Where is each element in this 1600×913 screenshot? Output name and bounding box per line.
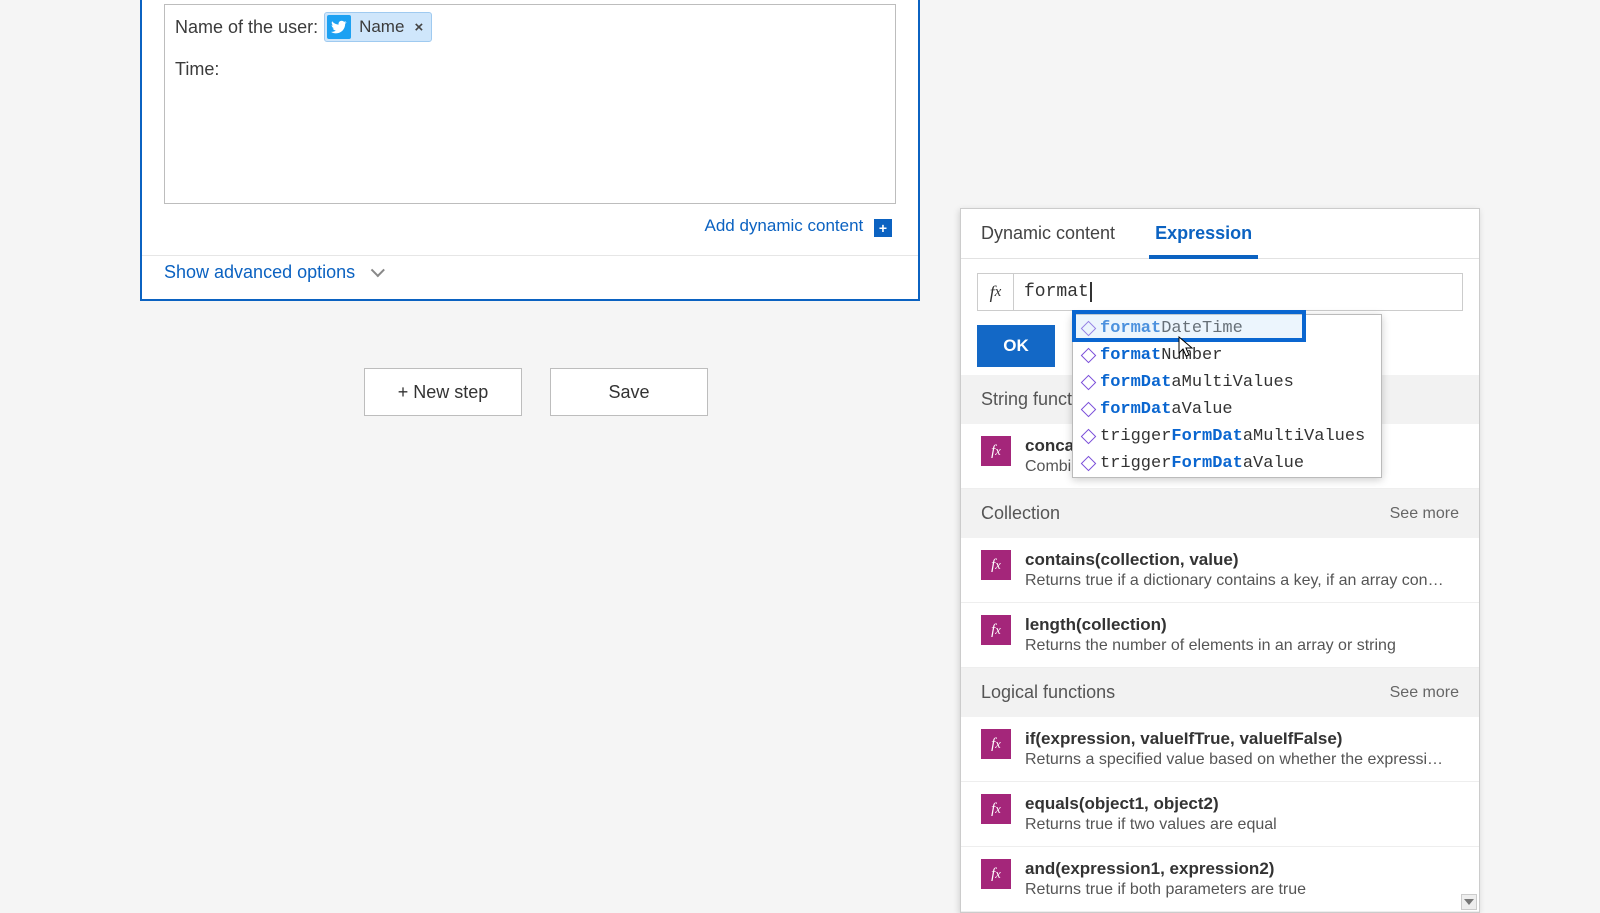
fx-icon: fx (977, 273, 1013, 311)
chevron-down-icon (371, 263, 385, 277)
autocomplete-popup: formatDateTimeformatNumberformDataMultiV… (1072, 314, 1382, 478)
method-icon (1081, 321, 1097, 337)
autocomplete-item[interactable]: formDataMultiValues (1073, 369, 1381, 396)
fx-icon: fx (981, 550, 1011, 580)
label-user: Name of the user: (175, 17, 318, 38)
token-name[interactable]: Name × (324, 12, 432, 42)
autocomplete-item[interactable]: triggerFormDataMultiValues (1073, 423, 1381, 450)
see-more-logical[interactable]: See more (1390, 684, 1459, 702)
plus-icon: + (874, 219, 892, 237)
func-equals[interactable]: fx equals(object1, object2) Returns true… (961, 782, 1479, 847)
func-contains[interactable]: fx contains(collection, value) Returns t… (961, 538, 1479, 603)
category-collection: Collection See more (961, 489, 1479, 538)
action-card: Name of the user: Name × Time: Add dynam… (140, 0, 920, 301)
method-icon (1081, 375, 1097, 391)
fx-icon: fx (981, 436, 1011, 466)
token-label: Name (359, 17, 404, 37)
expression-input[interactable]: format (1013, 273, 1463, 311)
method-icon (1081, 348, 1097, 364)
method-icon (1081, 429, 1097, 445)
twitter-icon (327, 15, 351, 39)
scroll-down-icon[interactable] (1461, 894, 1477, 910)
body-textarea[interactable]: Name of the user: Name × Time: (164, 4, 896, 204)
save-button[interactable]: Save (550, 368, 708, 416)
show-advanced-toggle[interactable]: Show advanced options (142, 255, 918, 299)
autocomplete-item[interactable]: triggerFormDataValue (1073, 450, 1381, 477)
see-more-collection[interactable]: See more (1390, 505, 1459, 523)
fx-icon: fx (981, 794, 1011, 824)
tab-expression[interactable]: Expression (1135, 209, 1272, 258)
fx-icon: fx (981, 615, 1011, 645)
fx-icon: fx (981, 859, 1011, 889)
autocomplete-item[interactable]: formatDateTime (1073, 315, 1381, 342)
footer-buttons: + New step Save (364, 368, 708, 416)
fx-icon: fx (981, 729, 1011, 759)
autocomplete-item[interactable]: formDataValue (1073, 396, 1381, 423)
label-time: Time: (175, 59, 219, 80)
token-remove-icon[interactable]: × (414, 19, 423, 36)
add-dynamic-content-link[interactable]: Add dynamic content + (164, 204, 896, 237)
ok-button[interactable]: OK (977, 325, 1055, 367)
new-step-button[interactable]: + New step (364, 368, 522, 416)
func-if[interactable]: fx if(expression, valueIfTrue, valueIfFa… (961, 717, 1479, 782)
autocomplete-item[interactable]: formatNumber (1073, 342, 1381, 369)
func-and[interactable]: fx and(expression1, expression2) Returns… (961, 847, 1479, 912)
category-logical: Logical functions See more (961, 668, 1479, 717)
method-icon (1081, 456, 1097, 472)
func-length[interactable]: fx length(collection) Returns the number… (961, 603, 1479, 668)
tab-dynamic-content[interactable]: Dynamic content (961, 209, 1135, 258)
method-icon (1081, 402, 1097, 418)
